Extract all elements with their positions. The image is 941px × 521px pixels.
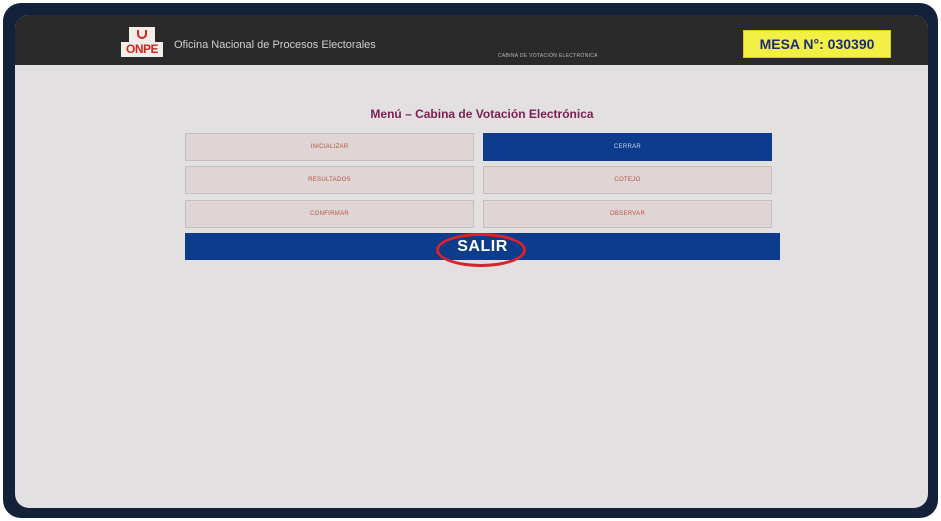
onpe-logo: ONPE [121,27,163,57]
mesa-number-badge: MESA N°: 030390 [743,30,891,58]
salir-button[interactable]: SALIR [185,233,780,260]
cerrar-button[interactable]: CERRAR [483,133,772,161]
organization-name: Oficina Nacional de Procesos Electorales [174,39,376,51]
onpe-logo-icon [129,27,155,42]
onpe-logo-text: ONPE [121,42,163,57]
header-subtitle: CABINA DE VOTACIÓN ELECTRÓNICA [498,53,598,59]
app-header: ONPE Oficina Nacional de Procesos Electo… [15,15,928,65]
confirmar-button[interactable]: CONFIRMAR [185,200,474,228]
device-frame: ONPE Oficina Nacional de Procesos Electo… [3,3,938,518]
salir-button-label: SALIR [457,238,508,255]
inicializar-button[interactable]: INICIALIZAR [185,133,474,161]
cotejo-button[interactable]: COTEJO [483,166,772,194]
resultados-button[interactable]: RESULTADOS [185,166,474,194]
menu-title: Menú – Cabina de Votación Electrónica [370,107,594,121]
app-screen: ONPE Oficina Nacional de Procesos Electo… [15,15,928,508]
observar-button[interactable]: OBSERVAR [483,200,772,228]
